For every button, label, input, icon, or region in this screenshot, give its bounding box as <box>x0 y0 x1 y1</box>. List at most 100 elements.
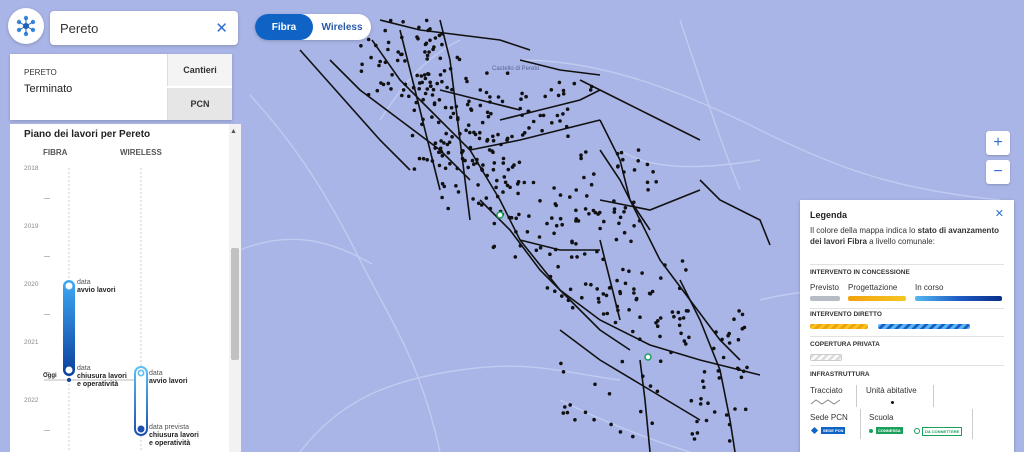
housing-unit-dot <box>500 99 505 104</box>
school-pending-icon <box>914 428 920 434</box>
search-input[interactable] <box>58 20 212 37</box>
housing-unit-dot <box>443 105 448 110</box>
housing-unit-dot <box>574 208 578 213</box>
divider <box>810 336 1004 337</box>
housing-unit-dot <box>595 287 599 291</box>
housing-unit-dot <box>481 163 485 167</box>
section-diretto: INTERVENTO DIRETTO <box>810 311 882 318</box>
housing-unit-dot <box>592 172 596 176</box>
housing-unit-dot <box>435 81 440 86</box>
zoom-in-button[interactable]: + <box>986 131 1010 155</box>
housing-unit-dot <box>622 210 626 214</box>
housing-unit-dot <box>538 113 543 118</box>
housing-unit-dot <box>724 413 729 417</box>
close-icon[interactable]: ✕ <box>215 19 228 37</box>
housing-unit-dot <box>516 180 521 184</box>
housing-unit-dot <box>440 195 444 200</box>
housing-unit-dot <box>526 109 531 114</box>
housing-unit-dot <box>712 346 716 351</box>
housing-unit-dot <box>522 131 527 135</box>
housing-unit-dot <box>543 94 547 99</box>
housing-unit-dot <box>554 203 558 208</box>
housing-unit-dot <box>485 173 490 178</box>
housing-unit-dot <box>593 210 598 215</box>
housing-unit-dot <box>442 184 447 189</box>
housing-unit-dot <box>477 136 482 141</box>
housing-unit-dot <box>648 291 653 296</box>
housing-unit-dot <box>634 297 639 302</box>
housing-unit-dot <box>598 226 602 231</box>
school-marker[interactable] <box>644 353 652 361</box>
housing-unit-dot <box>412 108 417 113</box>
housing-unit-dot <box>439 149 444 154</box>
housing-unit-dot <box>568 287 573 292</box>
housing-unit-dot <box>717 376 722 380</box>
housing-unit-dot <box>639 409 643 414</box>
housing-unit-dot <box>629 239 633 244</box>
housing-unit-dot <box>451 111 456 116</box>
housing-unit-dot <box>575 255 579 259</box>
school-marker[interactable] <box>496 211 504 219</box>
search-box: ✕ <box>50 11 238 45</box>
housing-unit-dot <box>556 264 560 269</box>
wireless-start-label: data avvio lavori <box>149 370 188 385</box>
close-icon[interactable]: ✕ <box>995 207 1004 220</box>
housing-unit-dot <box>478 103 483 108</box>
housing-unit-dot <box>527 126 531 130</box>
housing-unit-dot <box>548 274 553 279</box>
housing-unit-dot <box>514 230 518 234</box>
housing-unit-dot <box>466 123 471 127</box>
housing-unit-dot <box>632 291 636 295</box>
housing-unit-dot <box>388 18 393 23</box>
housing-unit-dot <box>475 161 479 165</box>
housing-unit-dot <box>513 255 518 259</box>
housing-unit-dot <box>618 291 623 296</box>
housing-unit-dot <box>569 255 574 259</box>
school-connected-icon <box>869 429 873 433</box>
housing-unit-dot <box>574 188 578 192</box>
housing-unit-dot <box>632 168 637 172</box>
housing-unit-dot <box>437 163 442 168</box>
housing-unit-dot <box>706 401 710 406</box>
zoom-out-button[interactable]: − <box>986 160 1010 184</box>
toggle-wireless[interactable]: Wireless <box>313 14 371 40</box>
scroll-up-icon[interactable]: ▲ <box>230 128 237 135</box>
housing-unit-dot <box>492 161 497 165</box>
housing-unit-dot <box>437 98 442 102</box>
housing-unit-dot <box>524 94 528 99</box>
housing-unit-dot <box>553 247 558 252</box>
housing-unit-dot <box>621 157 625 162</box>
housing-unit-dot <box>460 149 465 153</box>
housing-unit-dot <box>583 207 588 211</box>
housing-unit-dot <box>496 95 501 99</box>
tab-cantieri[interactable]: Cantieri <box>167 54 232 86</box>
tab-pcn[interactable]: PCN <box>167 88 232 120</box>
housing-unit-dot <box>545 286 550 290</box>
housing-unit-dot <box>632 200 636 205</box>
toggle-fibra[interactable]: Fibra <box>255 14 313 40</box>
section-infrastruttura: INFRASTRUTTURA <box>810 371 870 378</box>
housing-unit-dot <box>525 230 530 234</box>
housing-unit-dot <box>684 268 688 272</box>
bar-diretto-in-corso <box>878 324 970 329</box>
housing-unit-dot <box>602 219 606 224</box>
housing-unit-dot <box>501 190 505 194</box>
housing-unit-dot <box>589 282 593 287</box>
scrollbar-thumb[interactable] <box>231 248 239 360</box>
housing-unit-dot <box>424 18 429 23</box>
today-label: Oggi <box>43 373 57 379</box>
housing-unit-dot <box>669 350 673 355</box>
housing-unit-dot <box>701 379 705 384</box>
housing-unit-dot <box>463 158 467 163</box>
housing-unit-dot <box>378 59 383 64</box>
housing-unit-dot <box>695 431 700 435</box>
housing-unit-dot <box>692 437 697 441</box>
housing-unit-dot <box>422 73 427 77</box>
housing-unit-dot <box>423 91 428 96</box>
housing-unit-dot <box>443 166 448 171</box>
housing-unit-dot <box>588 88 593 92</box>
housing-unit-dot <box>636 148 641 152</box>
housing-unit-dot <box>381 82 386 87</box>
housing-unit-dot <box>401 88 406 92</box>
app-logo[interactable] <box>8 8 44 44</box>
